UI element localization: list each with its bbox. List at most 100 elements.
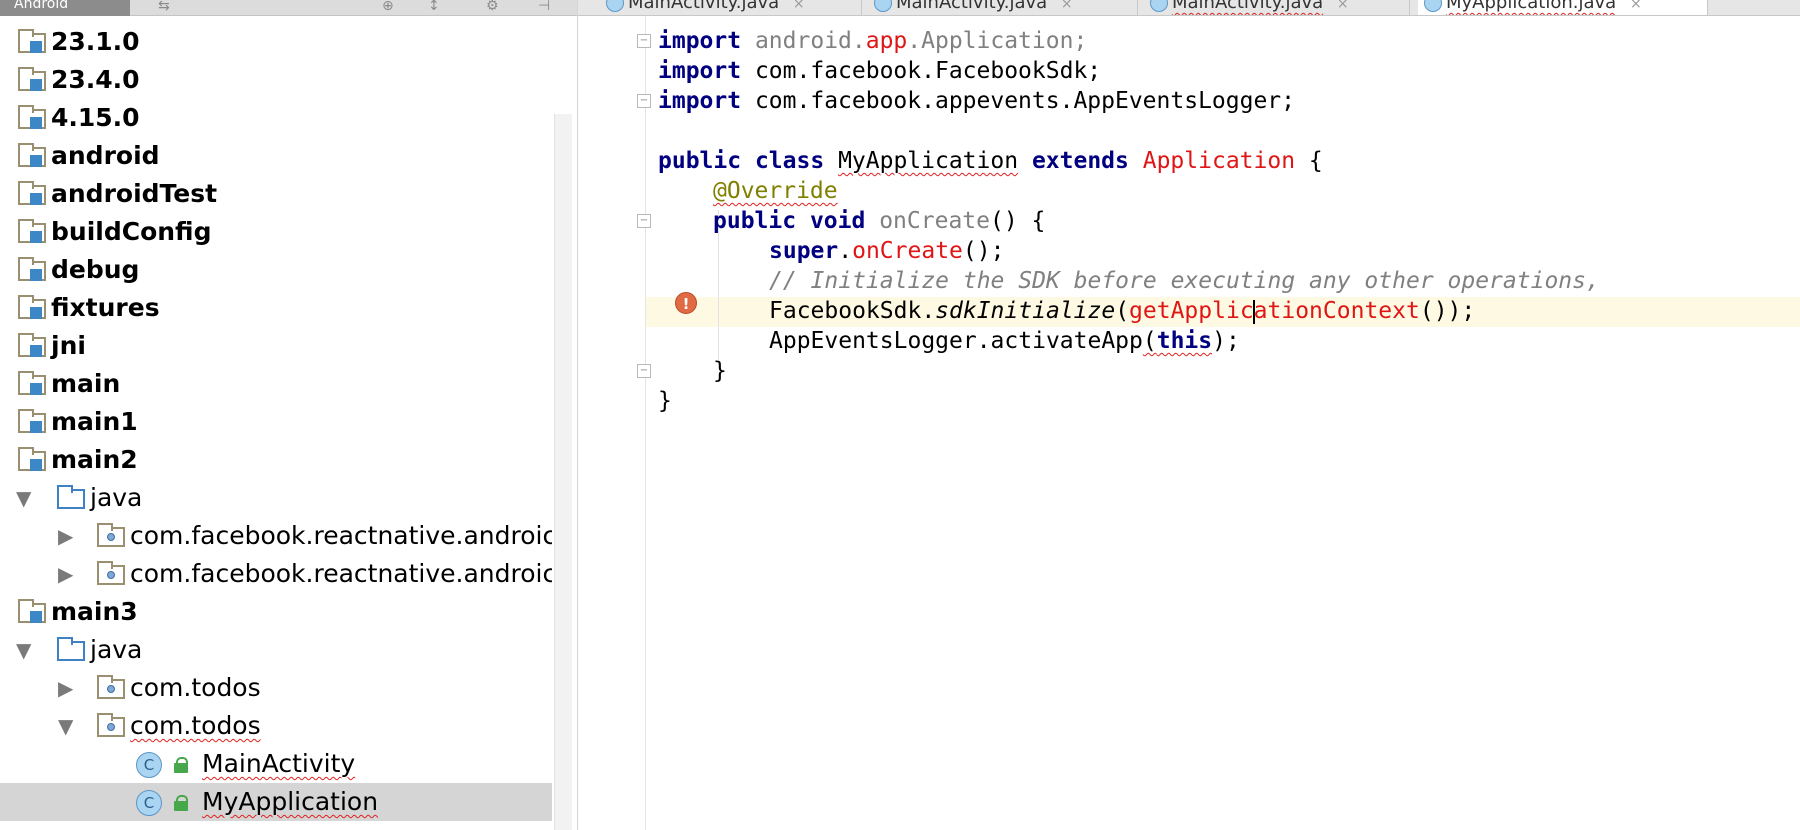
- tree-item-java[interactable]: ▼ java: [0, 631, 552, 669]
- tree-item-label: buildConfig: [51, 217, 212, 246]
- tree-item-label: main: [51, 369, 121, 398]
- source-folder-icon: [57, 485, 85, 509]
- tree-item-main1[interactable]: main1: [0, 403, 552, 441]
- ide-window: Android ⇆ ⊕ ↕ ⚙ ⊣ 23.1.0 23.4.0 4.15.0 a…: [0, 0, 1800, 830]
- scroll-from-source-icon[interactable]: ⊕: [382, 0, 394, 14]
- fold-marker-icon[interactable]: −: [637, 214, 651, 228]
- tree-item-label: com.todos: [130, 711, 261, 740]
- collapsed-arrow-icon[interactable]: ▶: [58, 517, 73, 555]
- tree-item-label: MainActivity: [202, 749, 356, 778]
- editor-tab-bar: MainActivity.java × MainActivity.java × …: [578, 0, 1800, 16]
- code-content[interactable]: import android.app.Application; import c…: [658, 26, 1600, 416]
- folder-icon: [18, 67, 46, 91]
- code-line: public class MyApplication extends Appli…: [658, 148, 1323, 174]
- collapse-all-icon[interactable]: ↕: [428, 0, 440, 14]
- close-icon[interactable]: ×: [1061, 0, 1073, 12]
- tree-item-23-4-0[interactable]: 23.4.0: [0, 61, 552, 99]
- tree-item-label: java: [90, 635, 143, 664]
- tab-mainactivity[interactable]: MainActivity.java ×: [1144, 0, 1410, 15]
- fold-marker-icon[interactable]: −: [637, 34, 651, 48]
- tree-item-package[interactable]: ▶ com.facebook.reactnative.androic: [0, 517, 552, 555]
- package-icon: [97, 561, 125, 585]
- class-icon: C: [136, 752, 162, 778]
- tree-item-mainactivity[interactable]: C MainActivity: [0, 745, 552, 783]
- collapsed-arrow-icon[interactable]: ▶: [58, 669, 73, 707]
- code-line: @Override: [713, 178, 838, 204]
- fold-marker-icon[interactable]: −: [637, 94, 651, 108]
- tree-item-androidtest[interactable]: androidTest: [0, 175, 552, 213]
- folder-icon: [18, 143, 46, 167]
- folder-icon: [18, 447, 46, 471]
- tree-item-label: fixtures: [51, 293, 160, 322]
- tree-item-label: com.facebook.reactnative.androic: [130, 521, 552, 550]
- package-icon: [97, 675, 125, 699]
- close-icon[interactable]: ×: [1337, 0, 1349, 12]
- tree-item-label: androidTest: [51, 179, 218, 208]
- tree-item-label: java: [90, 483, 143, 512]
- expanded-arrow-icon[interactable]: ▼: [16, 631, 31, 669]
- folder-icon: [18, 333, 46, 357]
- tab-label: MainActivity.java: [1172, 0, 1324, 13]
- tree-item-myapplication[interactable]: C MyApplication: [0, 783, 552, 821]
- code-line: import android.app.Application;: [658, 28, 1088, 54]
- project-view-selector[interactable]: Android: [0, 0, 130, 16]
- tree-item-android[interactable]: android: [0, 137, 552, 175]
- tree-item-main2[interactable]: main2: [0, 441, 552, 479]
- package-icon: [97, 713, 125, 737]
- code-line: import com.facebook.FacebookSdk;: [658, 58, 1102, 84]
- project-panel: Android ⇆ ⊕ ↕ ⚙ ⊣ 23.1.0 23.4.0 4.15.0 a…: [0, 0, 578, 830]
- package-icon: [97, 523, 125, 547]
- code-line: }: [713, 358, 727, 384]
- tree-item-buildconfig[interactable]: buildConfig: [0, 213, 552, 251]
- source-folder-icon: [57, 637, 85, 661]
- folder-icon: [18, 29, 46, 53]
- code-line: }: [658, 388, 672, 414]
- tree-item-package[interactable]: ▶ com.facebook.reactnative.androic: [0, 555, 552, 593]
- tab-label: MainActivity.java: [628, 0, 780, 13]
- tab-mainactivity[interactable]: MainActivity.java ×: [600, 0, 862, 15]
- tree-item-label: main3: [51, 597, 138, 626]
- tree-item-package[interactable]: ▶ com.todos: [0, 669, 552, 707]
- navigate-icon[interactable]: ⇆: [158, 0, 170, 14]
- tree-scrollbar[interactable]: [554, 114, 572, 830]
- folder-icon: [18, 599, 46, 623]
- folder-icon: [18, 257, 46, 281]
- tab-mainactivity[interactable]: MainActivity.java ×: [868, 0, 1138, 15]
- code-editor[interactable]: MainActivity.java × MainActivity.java × …: [578, 0, 1800, 830]
- tree-item-jni[interactable]: jni: [0, 327, 552, 365]
- close-icon[interactable]: ×: [793, 0, 805, 12]
- tree-item-debug[interactable]: debug: [0, 251, 552, 289]
- expanded-arrow-icon[interactable]: ▼: [58, 707, 73, 745]
- tree-item-label: debug: [51, 255, 140, 284]
- tree-item-java[interactable]: ▼ java: [0, 479, 552, 517]
- tree-item-label: main1: [51, 407, 138, 436]
- tree-item-package[interactable]: ▼ com.todos: [0, 707, 552, 745]
- project-panel-toolbar: Android ⇆ ⊕ ↕ ⚙ ⊣: [0, 0, 577, 16]
- expanded-arrow-icon[interactable]: ▼: [16, 479, 31, 517]
- code-line: // Initialize the SDK before executing a…: [769, 268, 1600, 294]
- tree-item-label: jni: [51, 331, 86, 360]
- close-icon[interactable]: ×: [1630, 0, 1642, 12]
- tab-myapplication[interactable]: MyApplication.java ×: [1418, 0, 1708, 15]
- tree-item-label: com.facebook.reactnative.androic: [130, 559, 552, 588]
- tab-label: MainActivity.java: [896, 0, 1048, 13]
- class-icon: C: [136, 790, 162, 816]
- class-icon: [874, 0, 892, 12]
- tree-item-main3[interactable]: main3: [0, 593, 552, 631]
- folder-icon: [18, 105, 46, 129]
- folder-icon: [18, 181, 46, 205]
- tree-item-4-15-0[interactable]: 4.15.0: [0, 99, 552, 137]
- hide-panel-icon[interactable]: ⊣: [538, 0, 550, 14]
- tree-item-label: com.todos: [130, 673, 261, 702]
- tree-item-label: 23.1.0: [51, 27, 140, 56]
- class-icon: [1424, 0, 1442, 12]
- tree-item-23-1-0[interactable]: 23.1.0: [0, 23, 552, 61]
- gear-icon[interactable]: ⚙: [486, 0, 499, 14]
- class-icon: [1150, 0, 1168, 12]
- fold-marker-icon[interactable]: −: [637, 364, 651, 378]
- tree-item-main[interactable]: main: [0, 365, 552, 403]
- collapsed-arrow-icon[interactable]: ▶: [58, 555, 73, 593]
- tree-item-fixtures[interactable]: fixtures: [0, 289, 552, 327]
- code-line: AppEventsLogger.activateApp(this);: [769, 328, 1240, 354]
- code-line: public void onCreate() {: [713, 208, 1046, 234]
